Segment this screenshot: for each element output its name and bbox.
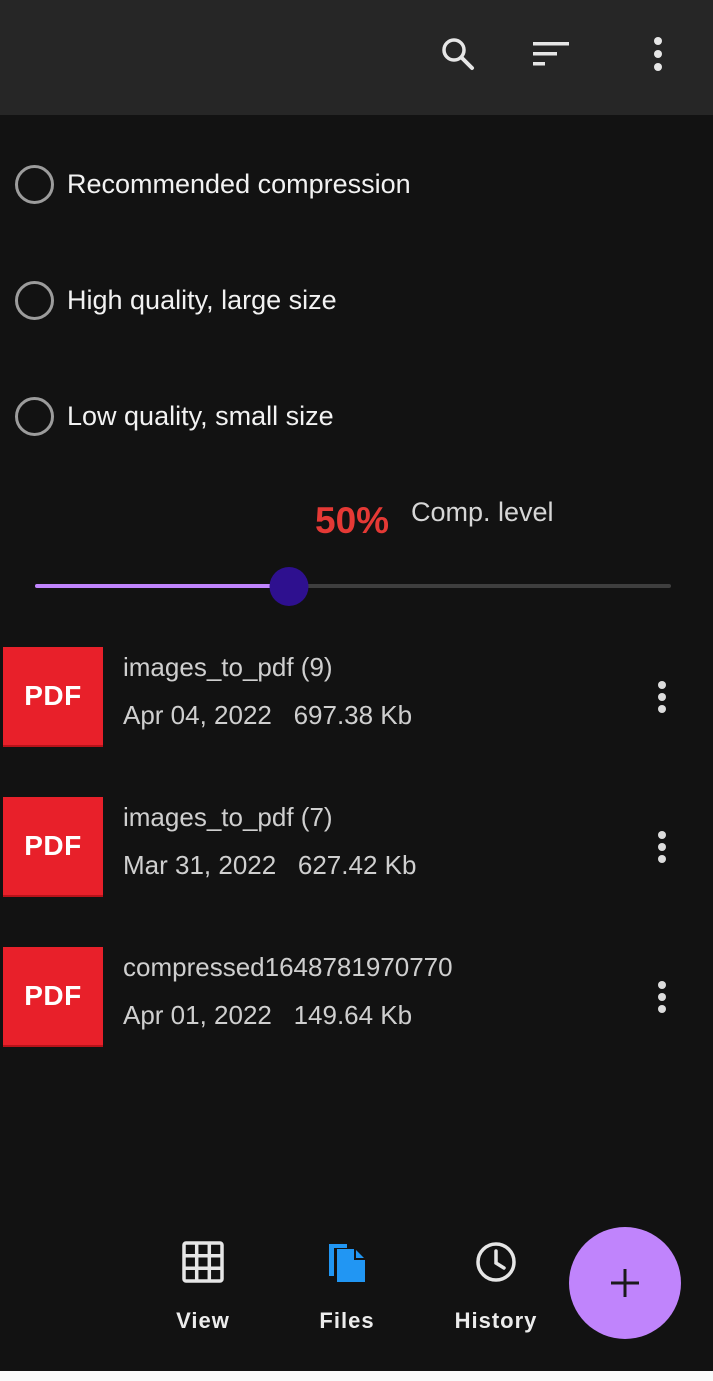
pdf-file-icon: PDF	[3, 647, 103, 747]
pdf-file-icon: PDF	[3, 797, 103, 897]
file-name: compressed1648781970770	[123, 952, 453, 982]
file-date: Apr 01, 2022	[123, 1000, 272, 1030]
file-meta: Mar 31, 2022 627.42 Kb	[123, 850, 416, 881]
file-meta: Apr 04, 2022 697.38 Kb	[123, 700, 412, 731]
plus-icon	[611, 1269, 639, 1297]
compression-percent: 50%	[315, 500, 390, 541]
file-name: images_to_pdf (9)	[123, 652, 333, 682]
file-name: images_to_pdf (7)	[123, 802, 333, 832]
slider-fill	[35, 584, 290, 588]
pdf-file-icon: PDF	[3, 947, 103, 1047]
add-fab-button[interactable]	[569, 1227, 681, 1339]
file-date: Apr 04, 2022	[123, 700, 272, 730]
compression-level-label: Comp. level	[411, 497, 554, 527]
nav-label: Files	[319, 1308, 375, 1333]
more-vert-icon[interactable]	[640, 825, 684, 869]
app-screen: Recommended compression High quality, la…	[0, 0, 713, 1371]
search-icon[interactable]	[434, 30, 482, 78]
radio-label: Low quality, small size	[67, 400, 334, 431]
file-size: 149.64 Kb	[293, 1000, 413, 1030]
compression-slider[interactable]	[35, 566, 671, 606]
history-icon	[474, 1240, 518, 1284]
file-size: 627.42 Kb	[297, 850, 417, 880]
more-vert-icon[interactable]	[640, 675, 684, 719]
file-size: 697.38 Kb	[293, 700, 413, 730]
slider-thumb[interactable]	[269, 567, 309, 606]
radio-button[interactable]	[15, 396, 54, 436]
radio-label: High quality, large size	[67, 284, 337, 315]
nav-item-history[interactable]: History	[431, 1237, 561, 1337]
grid-icon	[181, 1240, 225, 1284]
top-app-bar	[0, 0, 713, 115]
file-list-item[interactable]: PDF images_to_pdf (9) Apr 04, 2022 697.3…	[0, 647, 713, 749]
nav-label: History	[454, 1308, 538, 1333]
radio-button[interactable]	[15, 164, 54, 204]
radio-button[interactable]	[15, 280, 54, 320]
radio-option-low-quality[interactable]: Low quality, small size	[0, 381, 713, 451]
radio-option-high-quality[interactable]: High quality, large size	[0, 265, 713, 335]
radio-label: Recommended compression	[67, 168, 411, 199]
file-list-item[interactable]: PDF compressed1648781970770 Apr 01, 2022…	[0, 947, 713, 1049]
more-vert-icon[interactable]	[634, 30, 682, 78]
nav-item-files[interactable]: Files	[282, 1237, 412, 1337]
radio-option-recommended[interactable]: Recommended compression	[0, 149, 713, 219]
nav-label: View	[176, 1308, 230, 1333]
nav-item-view[interactable]: View	[138, 1237, 268, 1337]
more-vert-icon[interactable]	[640, 975, 684, 1019]
file-list-item[interactable]: PDF images_to_pdf (7) Mar 31, 2022 627.4…	[0, 797, 713, 899]
file-date: Mar 31, 2022	[123, 850, 277, 880]
sort-icon[interactable]	[527, 30, 575, 78]
file-meta: Apr 01, 2022 149.64 Kb	[123, 1000, 412, 1031]
files-icon	[325, 1240, 369, 1284]
